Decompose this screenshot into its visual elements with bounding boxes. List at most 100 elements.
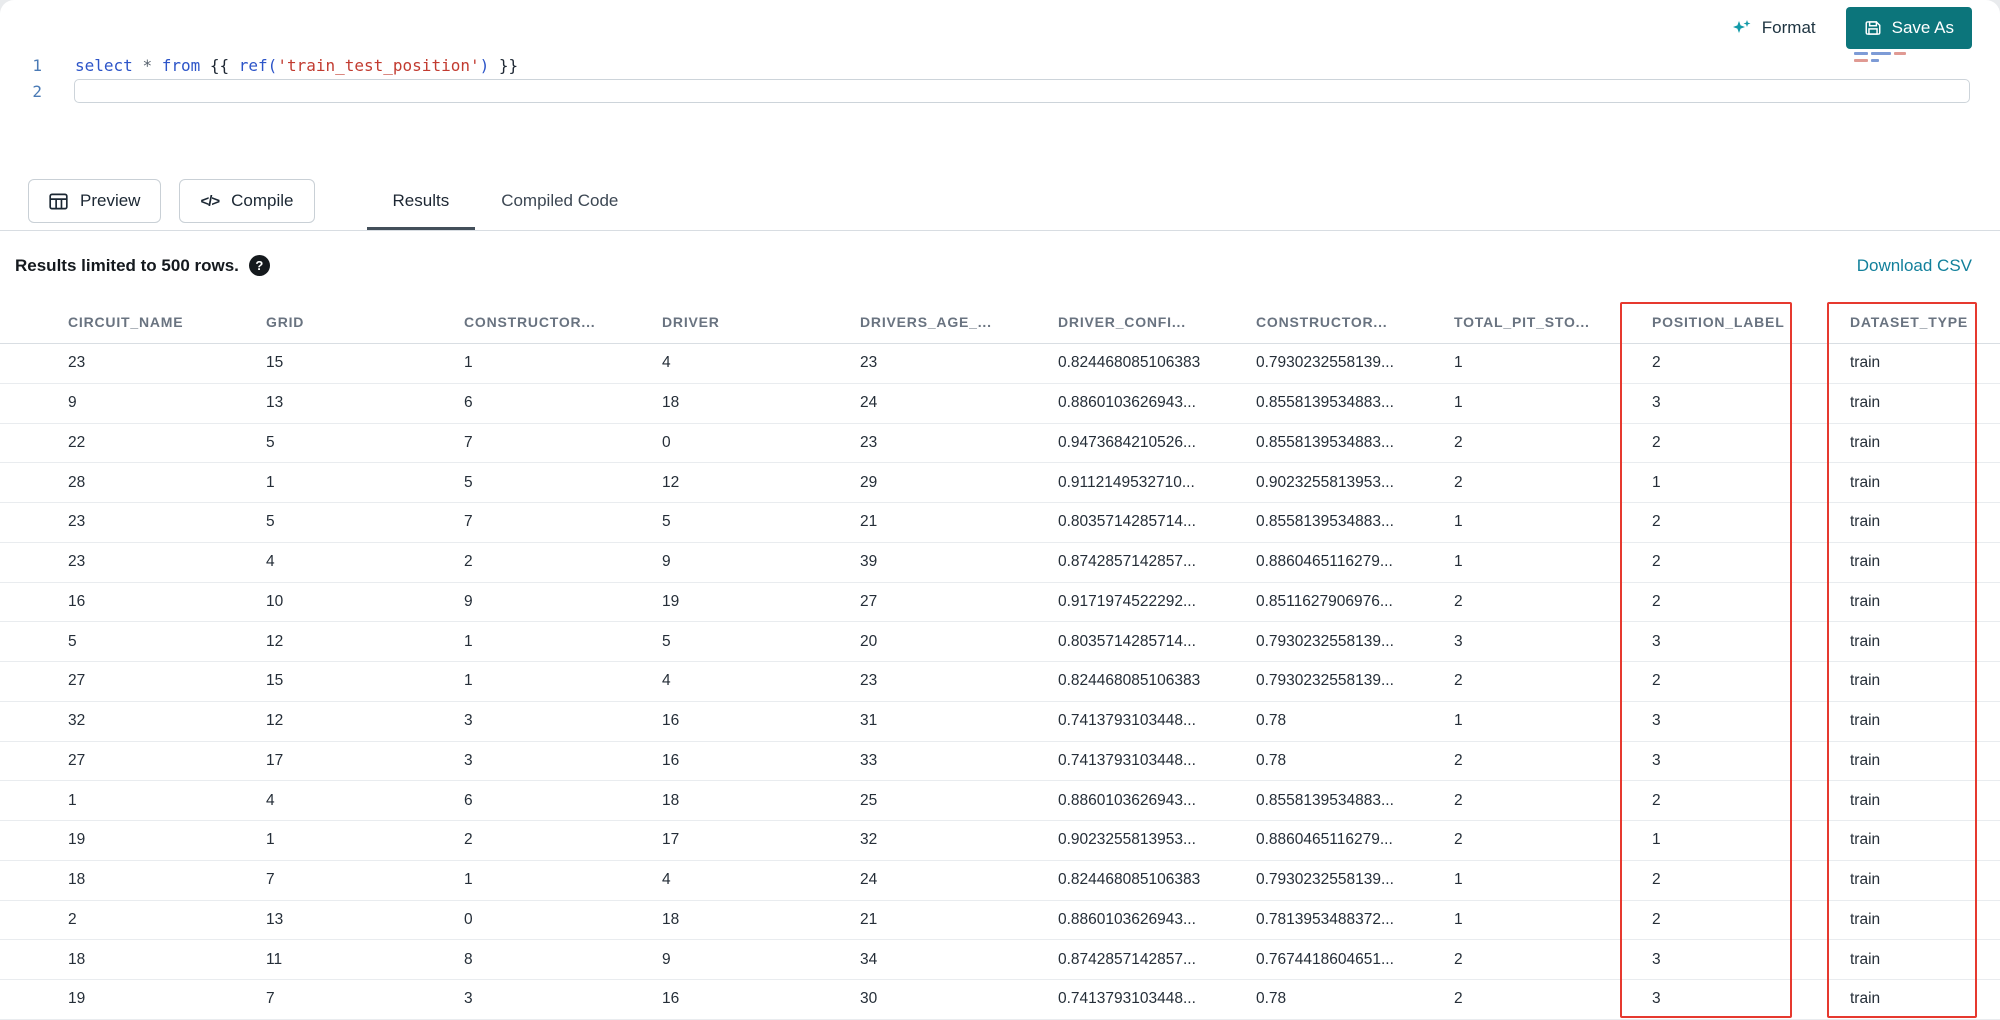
table-cell: 0.8558139534883... (1256, 394, 1394, 412)
table-cell: 2 (1652, 791, 1661, 809)
table-cell: 0.824468085106383 (1058, 871, 1201, 889)
table-cell: 1 (1454, 354, 1463, 372)
table-cell: 0.9112149532710... (1058, 473, 1195, 491)
table-row: 9 13 6 18 24 0.8860103626943... 0.855813953488… (0, 384, 2000, 424)
table-cell: 28 (68, 473, 86, 491)
table-cell: 4 (662, 354, 671, 372)
table-cell: 2 (1454, 950, 1463, 968)
table-row: 1 4 6 18 25 0.8860103626943... 0.8558139534883… (0, 781, 2000, 821)
column-header: DRIVER_CONFI... (1058, 313, 1186, 330)
table-cell: 2 (464, 553, 473, 571)
table-cell: 2 (1652, 871, 1661, 889)
table-cell: 19 (68, 990, 86, 1008)
table-cell: train (1850, 791, 1881, 809)
table-cell: 19 (68, 831, 86, 849)
table-cell: 2 (1454, 433, 1463, 451)
table-cell: 32 (860, 831, 878, 849)
help-icon[interactable]: ? (248, 255, 270, 276)
tab-compiled-code[interactable]: Compiled Code (475, 172, 644, 230)
table-cell: 1 (1454, 712, 1463, 730)
table-cell: 0.824468085106383 (1058, 354, 1201, 372)
code-icon: </> (200, 192, 220, 210)
results-tabs: Results Compiled Code (367, 172, 645, 230)
table-cell: train (1850, 751, 1881, 769)
format-button[interactable]: Format (1732, 18, 1816, 38)
table-cell: 21 (860, 910, 878, 928)
sql-ide: Format Save As 1 select * from {{ ref('t… (0, 0, 2000, 1020)
preview-button[interactable]: Preview (28, 179, 162, 223)
table-cell: train (1850, 394, 1881, 412)
tab-results[interactable]: Results (367, 172, 476, 230)
table-cell: 0.7930232558139... (1256, 354, 1394, 372)
column-header: CIRCUIT_NAME (68, 313, 184, 330)
table-cell: train (1850, 990, 1881, 1008)
table-cell: train (1850, 871, 1881, 889)
table-body: 23 15 1 4 23 0.824468085106383 0.7930232558139… (0, 344, 2000, 1020)
code-token-plain: {{ (200, 55, 239, 75)
table-cell: 16 (662, 990, 680, 1008)
table-cell: 3 (1652, 990, 1661, 1008)
table-cell: train (1850, 672, 1881, 690)
table-cell: 23 (860, 433, 878, 451)
code-token-string: 'train_test_position' (277, 55, 480, 75)
table-icon (49, 193, 68, 209)
column-header: TOTAL_PIT_STO... (1454, 313, 1590, 330)
table-cell: 1 (1454, 394, 1463, 412)
table-cell: 0.7813953488372... (1256, 910, 1394, 928)
download-csv-link[interactable]: Download CSV (1857, 256, 1972, 276)
column-header: DRIVERS_AGE_... (860, 313, 992, 330)
table-cell: 0.8035714285714... (1058, 632, 1196, 650)
table-cell: 2 (1652, 513, 1661, 531)
code-token-keyword: from (161, 55, 201, 75)
table-row: 5 12 1 5 20 0.8035714285714... 0.7930232558139… (0, 622, 2000, 662)
table-row: 23 4 2 9 39 0.8742857142857... 0.8860465116279… (0, 543, 2000, 583)
table-cell: 39 (860, 553, 878, 571)
table-cell: 2 (1652, 354, 1661, 372)
code-token-keyword: select (75, 55, 133, 75)
table-row: 19 7 3 16 30 0.7413793103448... 0.78 2 3 train (0, 980, 2000, 1020)
table-cell: 0.78 (1256, 990, 1287, 1008)
table-cell: train (1850, 632, 1881, 650)
column-header: CONSTRUCTOR... (464, 313, 596, 330)
table-cell: 15 (266, 354, 284, 372)
column-header: CONSTRUCTOR... (1256, 313, 1388, 330)
compile-button[interactable]: </> Compile (179, 179, 315, 223)
table-cell: 22 (68, 433, 86, 451)
save-as-button[interactable]: Save As (1845, 7, 1972, 49)
table-cell: 20 (860, 632, 878, 650)
table-cell: 30 (860, 990, 878, 1008)
table-cell: 0.78 (1256, 712, 1287, 730)
results-limit-text: Results limited to 500 rows. (15, 255, 239, 275)
table-cell: 9 (662, 950, 671, 968)
table-cell: 3 (1652, 712, 1661, 730)
table-cell: train (1850, 513, 1881, 531)
table-cell: 27 (68, 672, 86, 690)
code-line-2-selection[interactable] (74, 79, 1970, 103)
editor-toolbar: Format Save As (0, 0, 2000, 56)
code-editor[interactable]: 1 select * from {{ ref('train_test_posit… (0, 52, 2000, 104)
table-cell: 2 (1454, 990, 1463, 1008)
table-cell: 7 (266, 990, 275, 1008)
table-cell: 6 (464, 791, 473, 809)
table-cell: 1 (1652, 473, 1661, 491)
table-cell: 18 (68, 950, 86, 968)
table-cell: 2 (1652, 433, 1661, 451)
table-row: 2 13 0 18 21 0.8860103626943... 0.781395348837… (0, 901, 2000, 941)
table-cell: 0.7930232558139... (1256, 871, 1394, 889)
table-cell: 3 (464, 712, 473, 730)
table-cell: 16 (68, 592, 86, 610)
table-cell: 19 (662, 592, 680, 610)
table-cell: train (1850, 473, 1881, 491)
table-cell: 0 (464, 910, 473, 928)
table-cell: 7 (464, 513, 473, 531)
code-line-1-content: select * from {{ ref('train_test_positio… (75, 56, 518, 75)
format-label: Format (1761, 18, 1816, 37)
table-cell: 0.824468085106383 (1058, 672, 1201, 690)
table-cell: 23 (68, 354, 86, 372)
code-token-plain: }} (489, 55, 519, 75)
results-table: CIRCUIT_NAME GRID CONSTRUCTOR... DRIVER DRIV… (0, 300, 2000, 1020)
table-cell: 13 (266, 910, 284, 928)
table-cell: 1 (464, 632, 473, 650)
table-cell: 23 (68, 553, 86, 571)
